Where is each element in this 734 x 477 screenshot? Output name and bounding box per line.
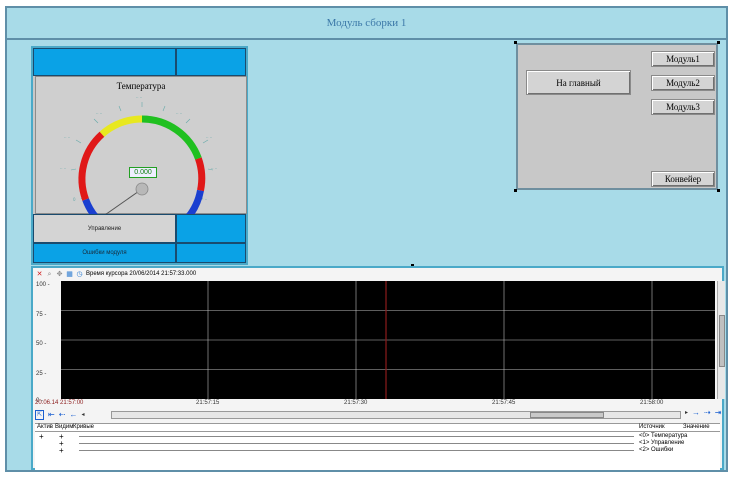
svg-text:·· ··: ·· ·· [176, 111, 182, 116]
value-column-header: Значение [683, 424, 710, 430]
y-tick: 50 - [36, 341, 47, 347]
gauge-panel: Температура 0 ·· ·· ·· ·· ·· ·· ·· ·· ··… [31, 46, 248, 265]
window-titlebar: Модуль сборки 1 [7, 8, 726, 40]
vertical-scrollbar[interactable] [717, 281, 725, 399]
selection-handle [717, 41, 720, 44]
clock-icon[interactable]: ◷ [76, 271, 83, 278]
trend-panel: ✕ ⌕ ✥ ▦ ◷ Время курсора 20/06/2014 21:57… [31, 266, 725, 470]
selection-handle [717, 189, 720, 192]
trend-toolbar: ✕ ⌕ ✥ ▦ ◷ Время курсора 20/06/2014 21:57… [33, 268, 722, 280]
scroll-left-icon[interactable]: ◂ [81, 411, 84, 419]
y-tick: 75 - [36, 312, 47, 318]
gauge-band-mid-low [78, 131, 105, 201]
curve-source: <2> Ошибки [639, 447, 674, 453]
curve-line [79, 450, 634, 451]
trend-navigation-right: ▸ → ⇢ ⇥ [685, 409, 721, 417]
trend-plot[interactable] [61, 281, 715, 399]
fit-icon[interactable]: ⇱ [35, 410, 45, 420]
source-column-header: Источник [639, 424, 665, 430]
visible-column-header: Видим [55, 424, 74, 430]
legend-row[interactable]: + <2> Ошибки [35, 446, 720, 455]
x-tick: 21:57:15 [196, 400, 220, 406]
scroll-thumb[interactable] [719, 315, 725, 367]
trend-grid [61, 281, 715, 399]
prev-step-icon[interactable]: ← [69, 411, 77, 419]
gauge-band-mid-high [195, 157, 206, 192]
svg-text:·· ··: ·· ·· [60, 166, 66, 171]
curve-source: <0> Температура [639, 433, 688, 439]
svg-text:·· ··: ·· ·· [64, 135, 70, 140]
cursor-time-label: Время курсора 20/06/2014 21:57:33.000 [86, 271, 197, 277]
chart-icon[interactable]: ▦ [66, 271, 73, 278]
errors-blue-cell [176, 243, 246, 263]
svg-text:·· ··: ·· ·· [96, 111, 102, 116]
navigation-panel: На главный Модуль1 Модуль2 Модуль3 Конве… [516, 43, 718, 190]
gauge-hub [135, 182, 149, 196]
legend-header: Актив Видим Кривые Источник Значение [35, 424, 720, 432]
next-step-icon[interactable]: → [692, 409, 700, 417]
window-title: Модуль сборки 1 [326, 17, 407, 29]
selection-handle [514, 189, 517, 192]
x-tick: 20.06.14 21:57:00 [35, 400, 84, 406]
last-page-icon[interactable]: ⇥ [715, 409, 722, 417]
legend-row[interactable]: + + <0> Температура [35, 432, 720, 441]
module3-button[interactable]: Модуль3 [651, 99, 715, 115]
legend-row[interactable]: + <1> Управление [35, 439, 720, 448]
conveyor-button[interactable]: Конвейер [651, 171, 715, 187]
hscroll-thumb[interactable] [530, 412, 604, 418]
svg-text:·· ··: ·· ·· [206, 135, 212, 140]
top-left-blue-cell [33, 48, 176, 76]
active-column-header: Актив [37, 424, 53, 430]
curve-source: <1> Управление [639, 440, 685, 446]
module2-button[interactable]: Модуль2 [651, 75, 715, 91]
gauge-needle [103, 188, 143, 215]
visible-marker[interactable]: + [59, 446, 64, 455]
gauge-band-middle [99, 115, 143, 137]
delete-icon[interactable]: ✕ [36, 271, 43, 278]
pan-icon[interactable]: ✥ [56, 271, 63, 278]
x-tick: 21:58:00 [640, 400, 664, 406]
gauge-band-high [141, 115, 202, 160]
gauge-band-max [185, 189, 204, 215]
svg-text:0: 0 [73, 197, 76, 202]
temperature-gauge: Температура 0 ·· ·· ·· ·· ·· ·· ·· ·· ··… [35, 76, 247, 215]
control-blue-cell [176, 214, 246, 243]
zoom-icon[interactable]: ⌕ [46, 271, 53, 278]
curve-line [79, 436, 634, 437]
selection-handle [514, 41, 517, 44]
gauge-band-low [82, 198, 99, 215]
y-tick: 100 - [36, 282, 50, 288]
horizontal-scrollbar[interactable] [111, 411, 681, 419]
curves-legend: Актив Видим Кривые Источник Значение + +… [35, 423, 720, 470]
x-tick: 21:57:30 [344, 400, 368, 406]
main-window: Модуль сборки 1 Температура 0 ·· ·· ·· ·… [5, 6, 728, 472]
prev-page-icon[interactable]: ⇠ [59, 411, 66, 419]
svg-text:·· ··: ·· ·· [211, 166, 217, 171]
gauge-dial: 0·· ···· ·· ·· ···· ···· ·· ·· ···· ····… [60, 95, 217, 215]
scroll-right-icon[interactable]: ▸ [685, 409, 688, 417]
x-tick: 21:57:45 [492, 400, 516, 406]
control-button[interactable]: Управление [33, 214, 176, 243]
svg-text:·· ··: ·· ·· [136, 95, 142, 100]
module-errors-button[interactable]: Ошибки модуля [33, 243, 176, 263]
top-right-blue-cell [176, 48, 246, 76]
curves-column-header: Кривые [73, 424, 95, 430]
module1-button[interactable]: Модуль1 [651, 51, 715, 67]
next-page-icon[interactable]: ⇢ [704, 409, 711, 417]
first-page-icon[interactable]: ⇤ [48, 411, 55, 419]
gauge-value: 0.000 [129, 167, 157, 178]
main-screen-button[interactable]: На главный [526, 70, 631, 95]
y-tick: 25 - [36, 371, 47, 377]
curve-line [79, 443, 634, 444]
